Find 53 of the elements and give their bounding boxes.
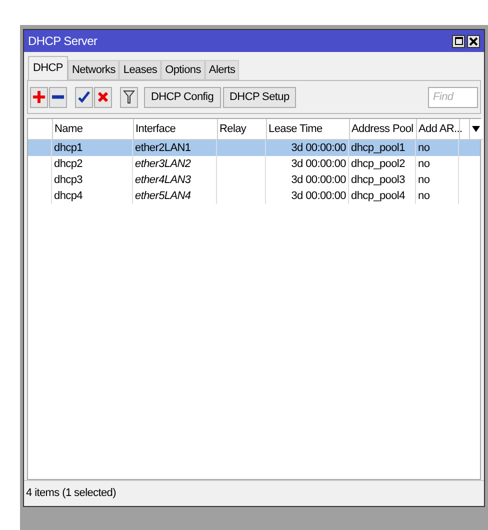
dropdown-icon[interactable]: [472, 126, 480, 132]
tab[interactable]: Leases: [119, 60, 162, 80]
table-cell: 3d 00:00:00: [291, 158, 346, 170]
add-button[interactable]: [30, 86, 48, 108]
minus-icon: [52, 95, 64, 99]
check-icon: [78, 91, 90, 103]
find-field[interactable]: Find: [428, 86, 478, 108]
table-cell: ether4LAN3: [135, 174, 191, 186]
table-cell: no: [418, 174, 430, 186]
table-cell: no: [418, 142, 430, 154]
column-header[interactable]: Interface: [133, 119, 217, 139]
column-header[interactable]: Relay: [217, 119, 266, 139]
cross-icon: [97, 91, 109, 103]
tab[interactable]: DHCP: [28, 56, 68, 80]
window-title: DHCP Server: [28, 33, 98, 50]
table-cell: dhcp_pool1: [351, 142, 405, 154]
table-row[interactable]: dhcp1 ether2LAN1 3d 00:00:00 dhcp_pool1 no: [28, 140, 480, 156]
table-cell: dhcp_pool2: [351, 158, 405, 170]
column-header[interactable]: Add AR...: [416, 119, 459, 139]
table-cell: no: [418, 158, 430, 170]
plus-icon: [33, 91, 45, 103]
table-cell: ether3LAN2: [135, 158, 191, 170]
enable-button[interactable]: [75, 86, 93, 108]
filter-button[interactable]: [120, 86, 138, 108]
table-cell: dhcp_pool3: [351, 174, 405, 186]
table-cell: no: [418, 190, 430, 202]
column-header[interactable]: Name: [52, 119, 133, 139]
column-header[interactable]: Address Pool: [349, 119, 416, 139]
table-cell: ether5LAN4: [135, 190, 191, 202]
remove-button[interactable]: [49, 86, 67, 108]
table-cell: dhcp4: [54, 190, 82, 202]
disable-button[interactable]: [94, 86, 112, 108]
tab[interactable]: Options: [161, 60, 205, 80]
maximize-button[interactable]: [452, 34, 465, 48]
close-button[interactable]: [467, 34, 480, 48]
table-cell: dhcp3: [54, 174, 82, 186]
toolbar-button[interactable]: DHCP Config: [144, 86, 221, 108]
filter-icon: [123, 90, 135, 104]
table-cell: dhcp_pool4: [351, 190, 405, 202]
toolbar-button[interactable]: DHCP Setup: [222, 86, 296, 108]
table-cell: dhcp1: [54, 142, 82, 154]
tab[interactable]: Networks: [68, 60, 120, 80]
table-row[interactable]: dhcp3 ether4LAN3 3d 00:00:00 dhcp_pool3 no: [28, 172, 480, 188]
table-row[interactable]: dhcp2 ether3LAN2 3d 00:00:00 dhcp_pool2 no: [28, 156, 480, 172]
table-cell: ether2LAN1: [135, 142, 191, 154]
tab[interactable]: Alerts: [204, 60, 240, 80]
table-cell: 3d 00:00:00: [291, 190, 346, 202]
table-cell: 3d 00:00:00: [291, 142, 346, 154]
column-header[interactable]: Lease Time: [266, 119, 349, 139]
table-cell: dhcp2: [54, 158, 82, 170]
table-row[interactable]: dhcp4 ether5LAN4 3d 00:00:00 dhcp_pool4 no: [28, 188, 480, 204]
status-text: 4 items (1 selected): [26, 486, 116, 502]
table-cell: 3d 00:00:00: [291, 174, 346, 186]
